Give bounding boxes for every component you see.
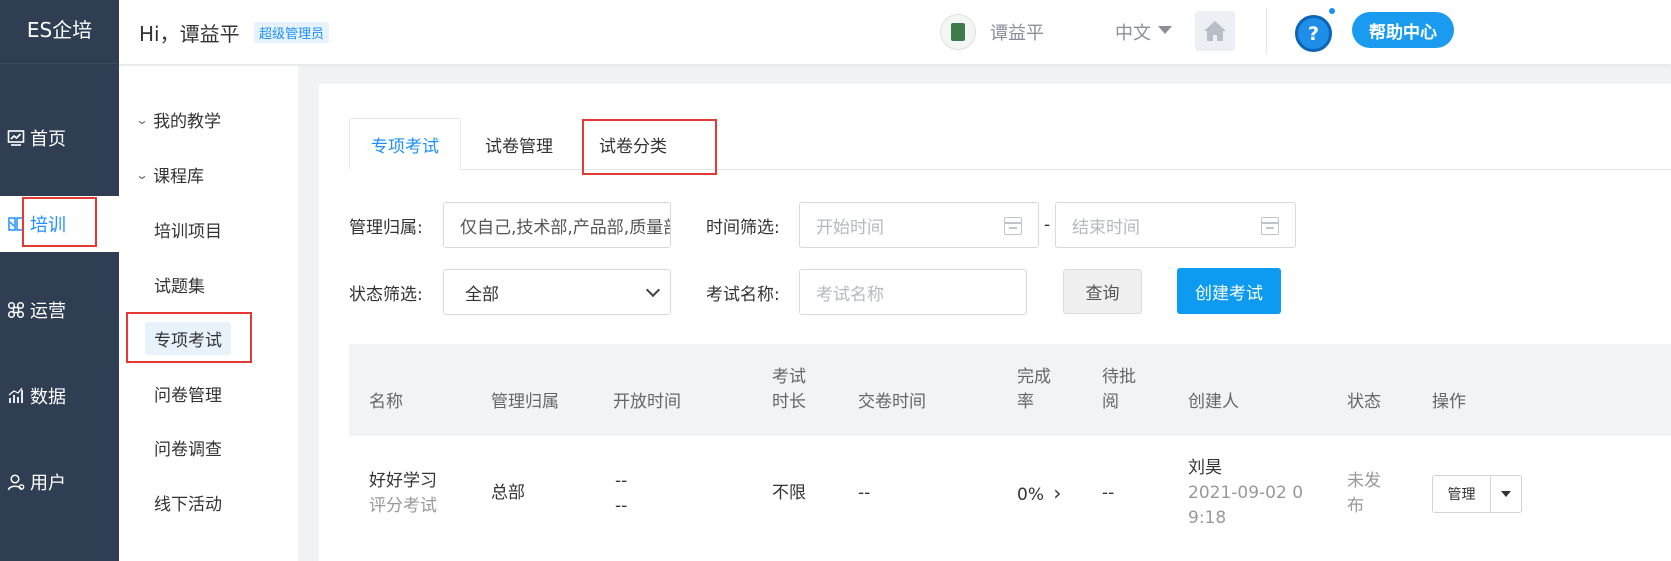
owner-filter-label: 管理归属: — [349, 218, 423, 238]
nav-item-training[interactable]: 培训 — [0, 196, 119, 252]
training-icon — [6, 214, 26, 234]
nav-item-home[interactable]: 首页 — [0, 110, 119, 166]
avatar[interactable] — [940, 14, 976, 50]
range-separator: - — [1044, 215, 1051, 235]
subnav-group-course-library[interactable]: ⌄ 课程库 — [135, 162, 204, 187]
table-row-open-time: -- -- — [615, 471, 628, 516]
nav-label: 运营 — [30, 301, 66, 322]
table-row-status: 未发 布 — [1347, 471, 1381, 516]
table-row-owner: 总部 — [491, 483, 525, 503]
status-select[interactable]: 全部 — [443, 269, 671, 315]
subnav-group-my-teaching[interactable]: ⌄ 我的教学 — [135, 107, 221, 132]
user-icon — [6, 472, 26, 492]
table-row-duration: 不限 — [772, 483, 806, 503]
subnav-item-offline-activities[interactable]: 线下活动 — [145, 486, 231, 519]
tab-paper-management[interactable]: 试卷管理 — [461, 118, 577, 170]
col-completion: 完成 率 — [1017, 367, 1051, 412]
home-button[interactable] — [1195, 11, 1235, 51]
tab-special-exams[interactable]: 专项考试 — [349, 118, 461, 170]
role-badge: 超级管理员 — [254, 22, 330, 43]
manage-button[interactable]: 管理 — [1433, 476, 1491, 512]
table-row-name[interactable]: 好好学习 评分考试 — [369, 469, 437, 519]
col-owner: 管理归属 — [491, 392, 559, 412]
col-creator: 创建人 — [1188, 392, 1239, 412]
nav-label: 首页 — [30, 129, 66, 150]
chevron-down-icon — [645, 282, 661, 298]
language-selector[interactable]: 中文 — [1115, 19, 1151, 45]
greeting-text: Hi，谭益平 — [139, 22, 240, 46]
app-logo[interactable]: ES企培 — [0, 0, 119, 64]
col-actions: 操作 — [1432, 392, 1466, 412]
username-label[interactable]: 谭益平 — [990, 19, 1044, 45]
help-center-button[interactable]: 帮助中心 — [1352, 12, 1454, 48]
col-status: 状态 — [1347, 392, 1381, 412]
top-header: Hi，谭益平 超级管理员 谭益平 中文 ? 帮助中心 — [119, 0, 1671, 64]
col-submit-time: 交卷时间 — [858, 392, 926, 412]
nav-label: 数据 — [30, 387, 66, 408]
status-filter-label: 状态筛选: — [349, 285, 423, 305]
bar-chart-icon — [6, 386, 26, 406]
exam-name-label: 考试名称: — [706, 285, 780, 305]
table-row-completion[interactable]: 0% › — [1017, 481, 1061, 508]
create-exam-button[interactable]: 创建考试 — [1177, 268, 1281, 314]
chevron-right-icon[interactable]: › — [1053, 481, 1061, 505]
exam-name-input[interactable]: 考试名称 — [799, 269, 1027, 315]
main-sidebar: ES企培 首页 培训 运营 数据 用户 — [0, 0, 119, 561]
caret-down-icon[interactable] — [1158, 26, 1172, 34]
command-icon — [6, 300, 26, 320]
chevron-down-icon: ⌄ — [135, 167, 149, 182]
end-time-input[interactable]: 结束时间 — [1055, 202, 1296, 248]
col-pending-review: 待批 阅 — [1102, 367, 1136, 412]
col-name: 名称 — [369, 392, 403, 412]
nav-label: 培训 — [30, 215, 66, 236]
time-filter-label: 时间筛选: — [706, 218, 780, 238]
subnav-item-surveys[interactable]: 问卷调查 — [145, 431, 231, 464]
calendar-icon — [1004, 217, 1022, 235]
nav-label: 用户 — [30, 473, 66, 494]
subnav-item-training-projects[interactable]: 培训项目 — [145, 213, 231, 246]
start-time-input[interactable]: 开始时间 — [799, 202, 1039, 248]
table-row-creator: 刘昊 2021-09-02 0 9:18 — [1188, 458, 1304, 528]
caret-down-icon — [1501, 491, 1511, 497]
nav-item-operations[interactable]: 运营 — [0, 282, 119, 338]
help-question-icon[interactable]: ? — [1295, 15, 1332, 52]
help-decoration — [1329, 8, 1335, 14]
query-button[interactable]: 查询 — [1063, 269, 1142, 314]
chevron-down-icon: ⌄ — [135, 112, 149, 127]
calendar-icon — [1261, 217, 1279, 235]
manage-dropdown-toggle[interactable] — [1491, 476, 1521, 512]
dashboard-icon — [6, 128, 26, 148]
manage-button-group: 管理 — [1432, 475, 1522, 513]
table-row-pending: -- — [1102, 483, 1115, 503]
owner-filter-input[interactable]: 仅自己,技术部,产品部,质量部 — [443, 202, 671, 248]
subnav-item-survey-management[interactable]: 问卷管理 — [145, 377, 231, 410]
subnav-item-special-exams[interactable]: 专项考试 — [145, 322, 231, 355]
tab-paper-categories[interactable]: 试卷分类 — [583, 118, 683, 170]
table-row-submit-time: -- — [858, 483, 871, 503]
nav-item-users[interactable]: 用户 — [0, 454, 119, 510]
col-open-time: 开放时间 — [613, 392, 681, 412]
col-duration: 考试 时长 — [772, 367, 806, 412]
nav-item-data[interactable]: 数据 — [0, 368, 119, 424]
header-divider — [1266, 8, 1267, 54]
subnav-item-question-sets[interactable]: 试题集 — [145, 268, 214, 301]
home-icon — [1204, 21, 1226, 41]
